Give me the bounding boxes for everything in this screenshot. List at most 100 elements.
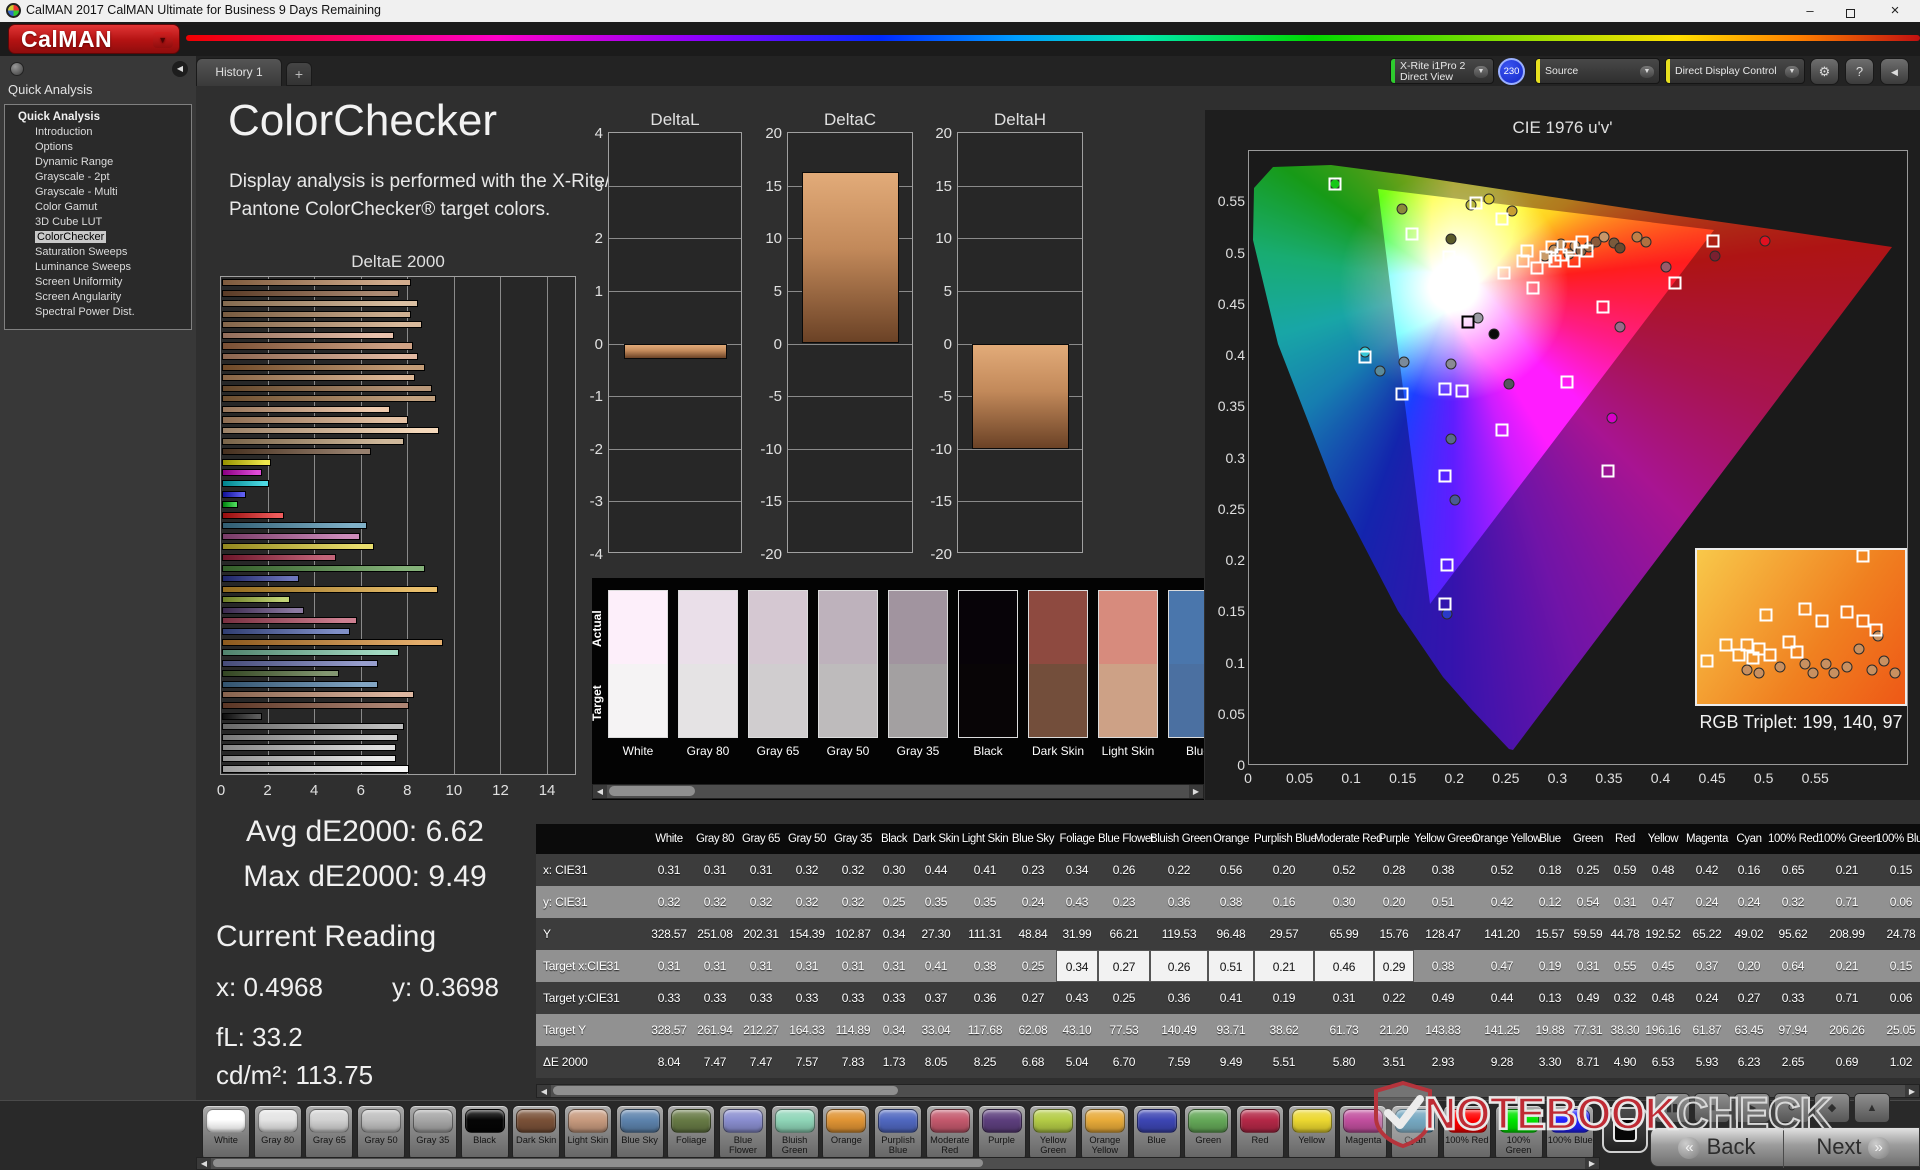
patch-label: Yellow Green <box>1039 1135 1067 1155</box>
scroll-right-icon[interactable]: ▶ <box>1189 785 1203 798</box>
patch-button-gray-35[interactable]: Gray 35 <box>408 1105 457 1161</box>
target-point <box>1328 177 1342 191</box>
patch-button-foliage[interactable]: Foliage <box>667 1105 716 1161</box>
stop-button[interactable] <box>1602 1107 1648 1153</box>
mini-button-3[interactable]: ▶ <box>1734 1093 1770 1123</box>
scroll-left-icon[interactable]: ◀ <box>593 785 607 798</box>
table-cell: 61.73 <box>1329 1023 1359 1037</box>
patch-button-purplish-blue[interactable]: Purplish Blue <box>874 1105 923 1161</box>
settings-button[interactable]: ⚙ <box>1810 58 1839 85</box>
sidebar-item-colorchecker[interactable]: ColorChecker <box>5 230 191 245</box>
mini-button-4[interactable]: ↺ <box>1774 1093 1810 1123</box>
add-tab-button[interactable]: + <box>286 62 312 86</box>
display-control-dropdown[interactable]: Direct Display Control ▼ <box>1665 58 1805 84</box>
sidebar-orb-button[interactable] <box>10 62 24 76</box>
patch-button-white[interactable]: White <box>202 1105 250 1161</box>
patch-button-gray-65[interactable]: Gray 65 <box>305 1105 354 1161</box>
patch-button-green[interactable]: Green <box>1184 1105 1233 1161</box>
sidebar-item-3d-cube-lut[interactable]: 3D Cube LUT <box>5 215 191 230</box>
patch-button-gray-50[interactable]: Gray 50 <box>357 1105 406 1161</box>
sidebar-item-screen-angularity[interactable]: Screen Angularity <box>5 290 191 305</box>
patch-button-cyan[interactable]: Cyan <box>1391 1105 1440 1161</box>
table-cell: 0.41 <box>973 863 997 877</box>
patch-button-gray-80[interactable]: Gray 80 <box>253 1105 302 1161</box>
sidebar-tree: Quick Analysis Introduction Options Dynami… <box>4 104 192 330</box>
sidebar-item-screen-uniformity[interactable]: Screen Uniformity <box>5 275 191 290</box>
patch-button-dark-skin[interactable]: Dark Skin <box>512 1105 561 1161</box>
patch-button-black[interactable]: Black <box>460 1105 509 1161</box>
patch-color <box>1136 1109 1177 1133</box>
sidebar-item-spectral-power-dist-[interactable]: Spectral Power Dist. <box>5 305 191 320</box>
patch-button-blue[interactable]: Blue <box>1132 1105 1181 1161</box>
sidebar-root-quick-analysis[interactable]: Quick Analysis <box>5 110 191 125</box>
table-cell: 0.38 <box>1219 895 1243 909</box>
patch-button-100-blue[interactable]: 100% Blue <box>1546 1105 1595 1161</box>
sidebar-item-saturation-sweeps[interactable]: Saturation Sweeps <box>5 245 191 260</box>
help-button[interactable]: ? <box>1845 58 1874 85</box>
patch-button-blue-sky[interactable]: Blue Sky <box>615 1105 664 1161</box>
patch-label: Gray 80 <box>261 1135 295 1145</box>
table-cell: 0.32 <box>795 863 819 877</box>
table-cell: 0.32 <box>1781 895 1805 909</box>
cie-y-tick-label: 0 <box>1237 757 1245 773</box>
mini-button-6[interactable]: ▲ <box>1854 1093 1890 1123</box>
back-button[interactable]: « Back <box>1651 1128 1784 1168</box>
patch-button-moderate-red[interactable]: Moderate Red <box>925 1105 974 1161</box>
table-cell: Purplish Blue <box>1254 833 1317 845</box>
patch-button-100-green[interactable]: 100% Green <box>1494 1105 1543 1161</box>
sidebar-item-introduction[interactable]: Introduction <box>5 125 191 140</box>
table-cell: 38.30 <box>1610 1023 1640 1037</box>
patch-button-red[interactable]: Red <box>1236 1105 1284 1161</box>
cie-y-tick-label: 0.5 <box>1225 244 1245 261</box>
next-button[interactable]: Next » <box>1785 1128 1920 1168</box>
sidebar-item-grayscale-2pt[interactable]: Grayscale - 2pt <box>5 170 191 185</box>
table-cell: 1.73 <box>882 1055 906 1069</box>
scroll-right-icon[interactable]: ▶ <box>1905 1085 1919 1097</box>
patch-button-magenta[interactable]: Magenta <box>1339 1105 1388 1161</box>
sidebar-item-luminance-sweeps[interactable]: Luminance Sweeps <box>5 260 191 275</box>
patch-button-orange-yellow[interactable]: Orange Yellow <box>1080 1105 1129 1161</box>
swatch-strip-scrollbar[interactable]: ◀ ▶ <box>592 784 1204 799</box>
mini-button-5[interactable]: ◆ <box>1814 1093 1850 1123</box>
sidebar-item-dynamic-range[interactable]: Dynamic Range <box>5 155 191 170</box>
patch-color <box>1498 1109 1539 1133</box>
patch-button-yellow-green[interactable]: Yellow Green <box>1029 1105 1078 1161</box>
patch-button-purple[interactable]: Purple <box>977 1105 1026 1161</box>
patch-button-100-red[interactable]: 100% Red <box>1442 1105 1491 1161</box>
scroll-left-icon[interactable]: ◀ <box>537 1085 551 1097</box>
scroll-right-icon[interactable]: ▶ <box>1585 1158 1599 1169</box>
cie-panel: CIE 1976 u'v' 0 0.05 0.1 0.15 0.2 0.25 0.3 0.35… <box>1205 110 1920 800</box>
y-tick-label: 5 <box>773 282 782 300</box>
patch-button-orange[interactable]: Orange <box>822 1105 871 1161</box>
restore-button[interactable] <box>1835 0 1865 22</box>
minimize-button[interactable]: – <box>1795 0 1825 22</box>
sidebar-item-grayscale-multi[interactable]: Grayscale - Multi <box>5 185 191 200</box>
meter-dropdown[interactable]: X-Rite i1Pro 2 Direct View ▼ <box>1390 58 1494 84</box>
inset-measurement-point <box>1889 667 1901 679</box>
tab-history-1[interactable]: History 1 <box>196 58 282 86</box>
table-cell: 0.31 <box>703 959 727 973</box>
max-de2000: Max dE2000: 9.49 <box>243 860 487 893</box>
patch-button-yellow[interactable]: Yellow <box>1287 1105 1336 1161</box>
table-cell: 3.51 <box>1382 1055 1406 1069</box>
patch-button-light-skin[interactable]: Light Skin <box>563 1105 612 1161</box>
table-cell: 0.51 <box>1208 950 1254 982</box>
logo-dropdown-icon[interactable]: ▼ <box>153 32 173 48</box>
sidebar-item-color-gamut[interactable]: Color Gamut <box>5 200 191 215</box>
mini-button-2[interactable]: ■ <box>1694 1093 1730 1123</box>
bottom-swatch-scrollbar[interactable]: ◀ ▶ <box>196 1157 1600 1170</box>
collapse-panel-button[interactable]: ◀ <box>1880 58 1909 85</box>
calman-logo-menu[interactable]: CalMAN ▼ <box>8 24 180 54</box>
mini-button-1[interactable]: ▮▮ <box>1654 1093 1690 1123</box>
sidebar-item-options[interactable]: Options <box>5 140 191 155</box>
close-button[interactable]: × <box>1880 0 1910 22</box>
patch-label: Gray 35 <box>416 1135 450 1145</box>
table-cell: 29.57 <box>1269 927 1299 941</box>
scroll-left-icon[interactable]: ◀ <box>197 1158 211 1169</box>
de-bar-skin-tone <box>222 289 399 297</box>
patch-button-bluish-green[interactable]: Bluish Green <box>770 1105 819 1161</box>
source-dropdown[interactable]: Source ▼ <box>1535 58 1660 84</box>
meter-badge[interactable]: 230 <box>1498 58 1525 85</box>
patch-button-blue-flower[interactable]: Blue Flower <box>719 1105 767 1161</box>
sidebar-collapse-icon[interactable]: ◀ <box>172 61 188 77</box>
